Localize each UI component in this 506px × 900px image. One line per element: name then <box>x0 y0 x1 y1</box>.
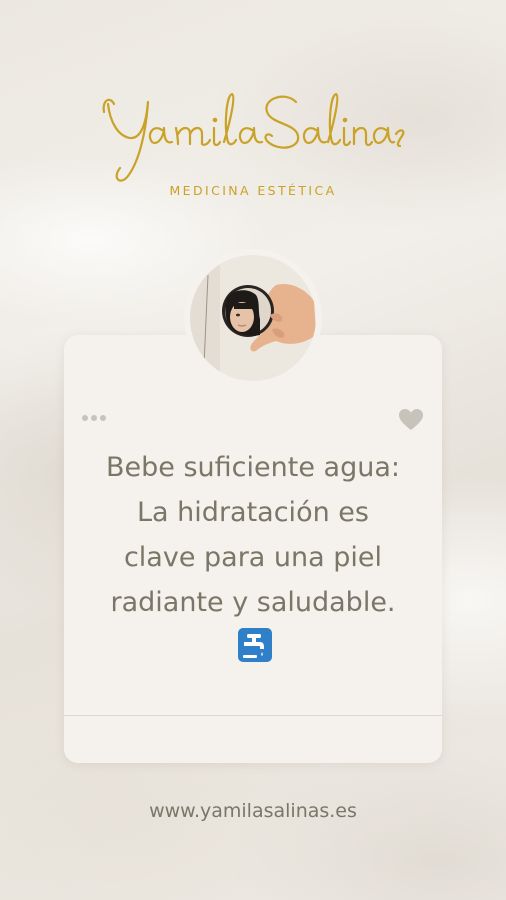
post-message-text: Bebe suficiente agua: La hidratación es … <box>106 452 400 618</box>
heart-icon[interactable] <box>398 408 424 432</box>
brand-logo <box>102 92 405 182</box>
website-url[interactable]: www.yamilasalinas.es <box>0 800 506 822</box>
potable-water-icon <box>238 628 272 662</box>
avatar <box>184 249 322 387</box>
post-message: Bebe suficiente agua: La hidratación es … <box>104 445 402 670</box>
brand-tagline: MEDICINA ESTÉTICA <box>169 183 337 198</box>
profile-photo-mirror <box>190 255 316 381</box>
post-card: Bebe suficiente agua: La hidratación es … <box>64 335 442 763</box>
card-divider <box>64 715 442 716</box>
more-dots-icon[interactable] <box>82 415 106 421</box>
